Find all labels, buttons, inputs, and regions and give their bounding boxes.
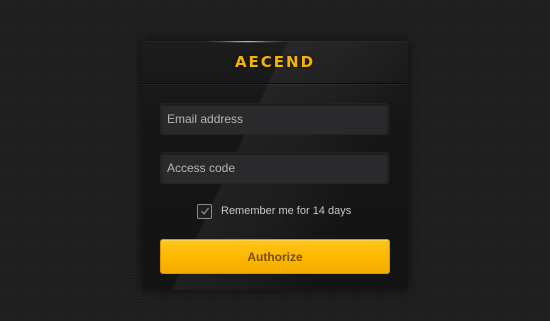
checkmark-icon xyxy=(200,207,209,215)
access-code-field[interactable] xyxy=(160,152,389,184)
remember-me-label: Remember me for 14 days xyxy=(221,205,352,217)
brand-logo: AECEND xyxy=(234,53,316,71)
login-panel: AECEND Remember me for 14 days Authorize xyxy=(142,41,408,290)
remember-me-checkbox[interactable] xyxy=(197,203,212,219)
email-field[interactable] xyxy=(160,103,389,135)
authorize-button[interactable]: Authorize xyxy=(160,239,390,274)
panel-header: AECEND xyxy=(142,41,408,84)
remember-me-row[interactable]: Remember me for 14 days xyxy=(197,201,351,221)
